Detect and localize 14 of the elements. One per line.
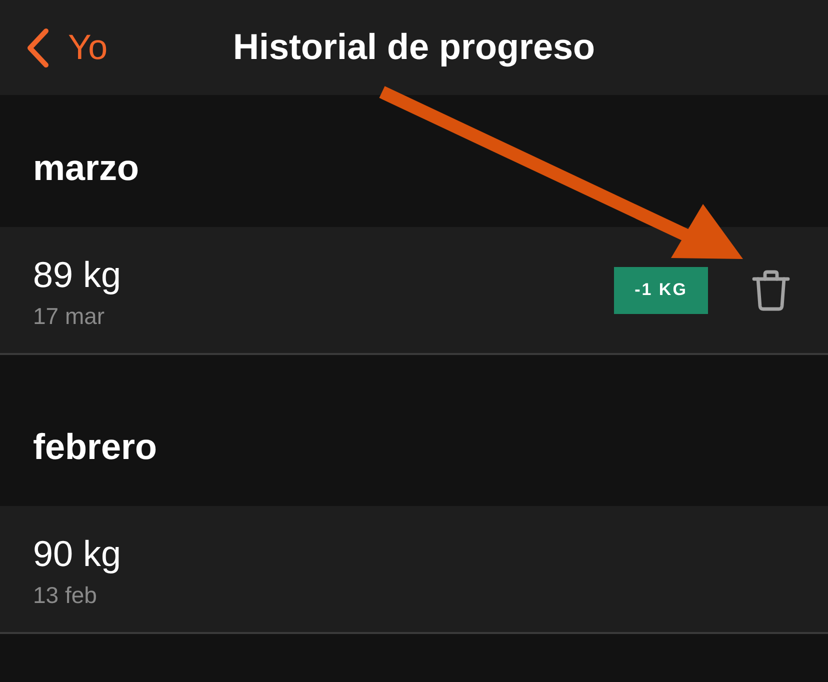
entry-date: 13 feb xyxy=(33,581,97,609)
weight-change-badge: -1 KG xyxy=(614,266,708,314)
entry-date: 17 mar xyxy=(33,302,105,330)
delete-button[interactable] xyxy=(752,270,790,310)
weight-value: 90 kg xyxy=(33,533,122,575)
chevron-left-icon xyxy=(26,28,50,68)
weight-value: 89 kg xyxy=(33,254,122,296)
screen-title: Historial de progreso xyxy=(232,26,596,68)
section-header: marzo xyxy=(33,147,140,188)
weight-entry-row[interactable]: 89 kg 17 mar -1 KG xyxy=(0,227,828,355)
trash-icon xyxy=(752,270,790,310)
weight-entry-row[interactable]: 90 kg 13 feb xyxy=(0,506,828,634)
back-button[interactable]: Yo xyxy=(26,28,108,68)
section-header: febrero xyxy=(33,426,158,467)
